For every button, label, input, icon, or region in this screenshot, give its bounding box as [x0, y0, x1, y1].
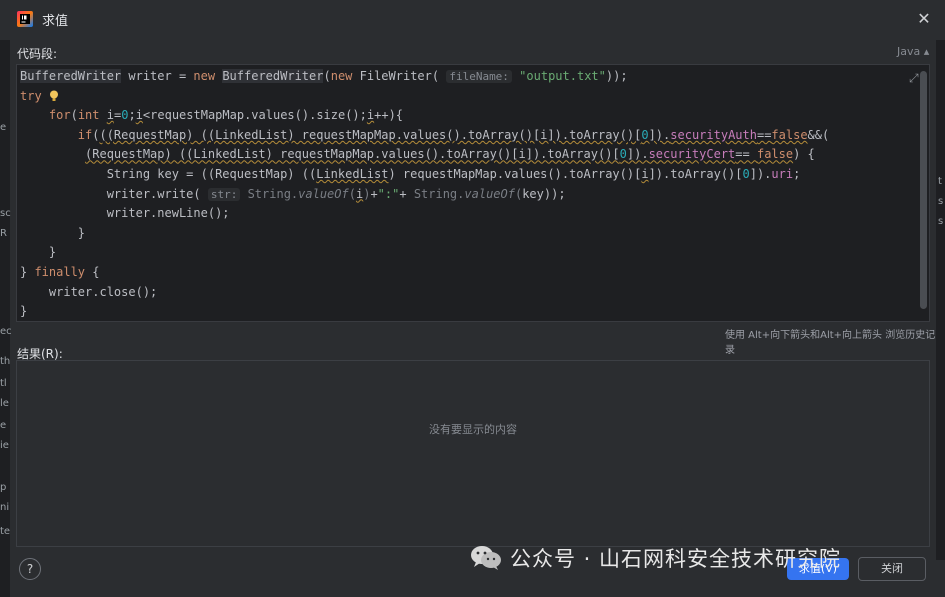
- edge-text: sc: [0, 208, 11, 219]
- code-line: writer.write( str: String.valueOf(i)+":"…: [20, 186, 566, 201]
- help-icon[interactable]: ?: [19, 558, 41, 580]
- code-editor[interactable]: BufferedWriter writer = new BufferedWrit…: [16, 64, 930, 322]
- code-line: (RequestMap) ((LinkedList) requestMapMap…: [85, 147, 815, 162]
- language-label: Java: [897, 45, 921, 58]
- code-text[interactable]: BufferedWriter writer = new BufferedWrit…: [20, 67, 829, 322]
- edge-text: p: [0, 482, 7, 493]
- edge-text: e: [0, 122, 7, 133]
- code-line: writer.close();: [20, 284, 158, 299]
- code-line: }: [20, 304, 28, 319]
- code-line: if(((RequestMap) ((LinkedList) requestMa…: [77, 127, 830, 142]
- edge-text: ni: [0, 502, 10, 513]
- code-line: }: [20, 245, 57, 260]
- code-line: writer.newLine();: [20, 206, 230, 221]
- intellij-app-icon: [17, 11, 33, 27]
- watermark-text: 公众号 · 山石网科安全技术研究院: [510, 547, 842, 571]
- wechat-logo-icon: [471, 546, 501, 570]
- dialog-title-bar: 求值 ✕: [0, 0, 945, 38]
- code-line: }: [20, 225, 86, 240]
- edge-text: ec: [0, 326, 12, 337]
- background-window-left-edge: e sc R ec th tl le e ie p ni te: [0, 40, 12, 597]
- edge-text: le: [0, 398, 9, 409]
- result-panel[interactable]: 没有要显示的内容: [16, 360, 930, 547]
- evaluate-dialog: e sc R ec th tl le e ie p ni te t s s 求值…: [0, 0, 945, 597]
- edge-text: ie: [0, 440, 9, 451]
- code-line: try: [20, 89, 59, 103]
- close-icon[interactable]: ✕: [915, 10, 933, 28]
- edge-text: te: [0, 526, 11, 537]
- editor-scrollbar[interactable]: [920, 71, 927, 309]
- bulb-icon[interactable]: [49, 90, 59, 102]
- edge-text: th: [0, 356, 11, 367]
- edge-text: tl: [0, 378, 7, 389]
- edge-text: s: [938, 216, 944, 227]
- code-line: for(int i=0;i<requestMapMap.values().siz…: [48, 108, 404, 123]
- chevron-down-icon: ▴: [923, 45, 930, 58]
- background-window-right-edge: t s s: [936, 40, 945, 560]
- edge-text: R: [0, 228, 7, 239]
- close-button[interactable]: 关闭: [858, 557, 926, 581]
- history-hint: 使用 Alt+向下箭头和Alt+向上箭头 浏览历史记录: [725, 330, 936, 356]
- language-selector[interactable]: Java ▴: [897, 45, 929, 58]
- watermark: 公众号 · 山石网科安全技术研究院: [470, 542, 841, 574]
- result-empty-text: 没有要显示的内容: [429, 423, 517, 436]
- code-line: String key = ((RequestMap) ((LinkedList)…: [20, 166, 801, 181]
- help-label: ?: [26, 562, 34, 576]
- code-fragment-label: 代码段:: [17, 47, 58, 61]
- edge-text: t: [938, 176, 942, 187]
- dialog-title: 求值: [42, 14, 69, 29]
- edge-text: s: [938, 196, 944, 207]
- code-line: BufferedWriter writer = new BufferedWrit…: [20, 69, 628, 83]
- code-line: } finally {: [20, 264, 100, 279]
- edge-text: e: [0, 420, 7, 431]
